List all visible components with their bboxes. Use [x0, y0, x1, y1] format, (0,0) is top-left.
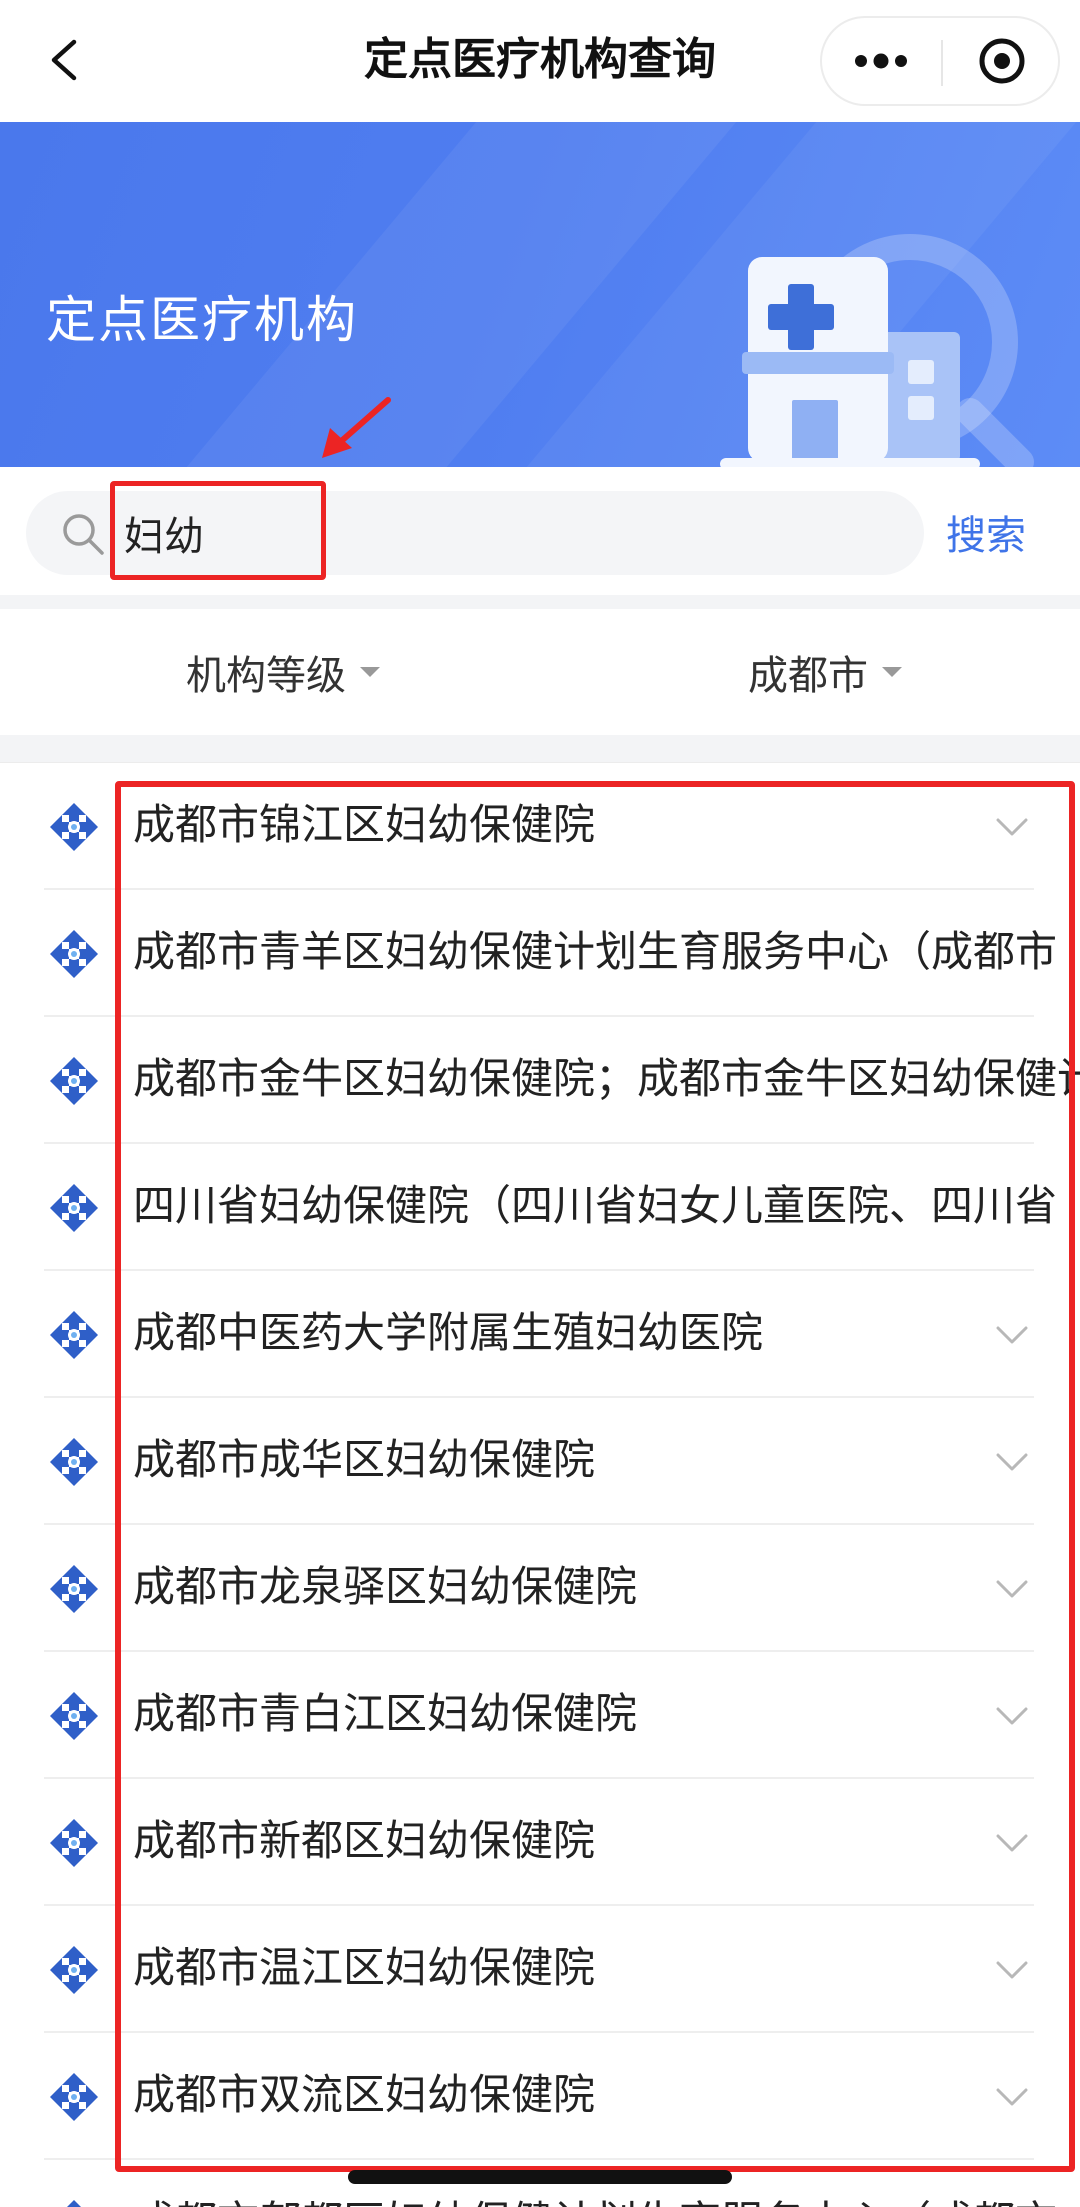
list-item-content: 成都中医药大学附属生殖妇幼医院	[0, 1271, 1080, 1398]
institution-name: 成都市郫都区妇幼保健计划生育服务中心（成都市	[133, 2192, 1057, 2207]
banner: 定点医疗机构	[0, 122, 1080, 467]
search-input[interactable]	[124, 501, 884, 565]
search-button[interactable]: 搜索	[946, 511, 1026, 561]
navigation-bar: 定点医疗机构查询	[0, 0, 1080, 122]
institution-name: 成都市锦江区妇幼保健院	[133, 800, 596, 849]
medical-institution-icon	[50, 1565, 98, 1613]
institution-name: 成都市双流区妇幼保健院	[133, 2070, 596, 2119]
list-item[interactable]: 成都市金牛区妇幼保健院；成都市金牛区妇幼保健计	[0, 1017, 1080, 1144]
list-item-content: 成都市金牛区妇幼保健院；成都市金牛区妇幼保健计	[0, 1017, 1080, 1144]
search-box	[26, 491, 924, 575]
filter-city-label: 成都市	[748, 653, 868, 699]
list-item-content: 成都市锦江区妇幼保健院	[0, 763, 1080, 890]
caret-down-icon	[360, 667, 380, 677]
list-item[interactable]: 成都市青羊区妇幼保健计划生育服务中心（成都市	[0, 890, 1080, 1017]
institution-name: 成都市新都区妇幼保健院	[133, 1816, 596, 1865]
medical-institution-icon	[50, 1946, 98, 1994]
chevron-down-icon[interactable]	[992, 807, 1032, 847]
medical-institution-icon	[50, 2073, 98, 2121]
medical-institution-icon	[50, 1311, 98, 1359]
filter-city[interactable]: 成都市	[748, 643, 902, 701]
chevron-down-icon[interactable]	[992, 1950, 1032, 1990]
caret-down-icon	[882, 667, 902, 677]
list-item-content: 成都市新都区妇幼保健院	[0, 1779, 1080, 1906]
institution-name: 成都市成华区妇幼保健院	[133, 1435, 596, 1484]
list-item[interactable]: 成都市双流区妇幼保健院	[0, 2033, 1080, 2160]
list-item-content: 成都市青羊区妇幼保健计划生育服务中心（成都市	[0, 890, 1080, 1017]
filter-institution-level[interactable]: 机构等级	[186, 643, 380, 701]
back-button[interactable]	[36, 30, 96, 90]
mini-program-capsule	[820, 16, 1060, 106]
institution-name: 成都市温江区妇幼保健院	[133, 1943, 596, 1992]
banner-title: 定点医疗机构	[46, 291, 358, 349]
list-item[interactable]: 成都中医药大学附属生殖妇幼医院	[0, 1271, 1080, 1398]
medical-institution-icon	[50, 1692, 98, 1740]
list-item-content: 成都市温江区妇幼保健院	[0, 1906, 1080, 2033]
hospital-building-icon	[720, 234, 1034, 467]
chevron-left-icon	[51, 39, 77, 81]
filter-bar: 机构等级 成都市	[0, 609, 1080, 735]
list-item[interactable]: 成都市锦江区妇幼保健院	[0, 763, 1080, 890]
result-list: 成都市锦江区妇幼保健院成都市青羊区妇幼保健计划生育服务中心（成都市 成都市金牛区妇…	[0, 763, 1080, 2207]
list-item[interactable]: 成都市龙泉驿区妇幼保健院	[0, 1525, 1080, 1652]
list-item[interactable]: 成都市成华区妇幼保健院	[0, 1398, 1080, 1525]
medical-institution-icon	[50, 930, 98, 978]
list-item-content: 四川省妇幼保健院（四川省妇女儿童医院、四川省	[0, 1144, 1080, 1271]
list-item-content: 成都市龙泉驿区妇幼保健院	[0, 1525, 1080, 1652]
chevron-down-icon[interactable]	[992, 1569, 1032, 1609]
institution-name: 成都中医药大学附属生殖妇幼医院	[133, 1308, 764, 1357]
search-icon	[63, 514, 104, 555]
section-gap	[0, 735, 1080, 763]
medical-institution-icon	[50, 1438, 98, 1486]
institution-name: 成都市青白江区妇幼保健院	[133, 1689, 638, 1738]
chevron-down-icon[interactable]	[992, 2077, 1032, 2117]
medical-institution-icon	[50, 1819, 98, 1867]
search-area: 搜索	[0, 467, 1080, 595]
target-circle-icon	[979, 38, 1025, 84]
more-button[interactable]	[822, 18, 940, 104]
chevron-down-icon[interactable]	[992, 1442, 1032, 1482]
list-item-content: 成都市青白江区妇幼保健院	[0, 1652, 1080, 1779]
list-item[interactable]: 四川省妇幼保健院（四川省妇女儿童医院、四川省	[0, 1144, 1080, 1271]
institution-name: 成都市龙泉驿区妇幼保健院	[133, 1562, 638, 1611]
list-item-content: 成都市双流区妇幼保健院	[0, 2033, 1080, 2160]
filter-level-label: 机构等级	[186, 653, 346, 699]
list-item-content: 成都市成华区妇幼保健院	[0, 1398, 1080, 1525]
section-gap	[0, 595, 1080, 609]
close-miniprogram-button[interactable]	[943, 18, 1061, 104]
medical-institution-icon	[50, 803, 98, 851]
home-indicator	[348, 2170, 732, 2184]
chevron-down-icon[interactable]	[992, 1823, 1032, 1863]
list-item[interactable]: 成都市温江区妇幼保健院	[0, 1906, 1080, 2033]
chevron-down-icon[interactable]	[992, 1315, 1032, 1355]
chevron-down-icon[interactable]	[992, 1696, 1032, 1736]
list-item[interactable]: 成都市青白江区妇幼保健院	[0, 1652, 1080, 1779]
list-item[interactable]: 成都市新都区妇幼保健院	[0, 1779, 1080, 1906]
institution-name: 成都市青羊区妇幼保健计划生育服务中心（成都市	[133, 927, 1058, 976]
more-dots-icon	[855, 53, 907, 69]
medical-institution-icon	[67, 2200, 81, 2207]
medical-institution-icon	[50, 1184, 98, 1232]
institution-name: 成都市金牛区妇幼保健院；成都市金牛区妇幼保健计	[133, 1054, 1080, 1103]
medical-institution-icon	[50, 1057, 98, 1105]
institution-name: 四川省妇幼保健院（四川省妇女儿童医院、四川省	[133, 1181, 1058, 1230]
